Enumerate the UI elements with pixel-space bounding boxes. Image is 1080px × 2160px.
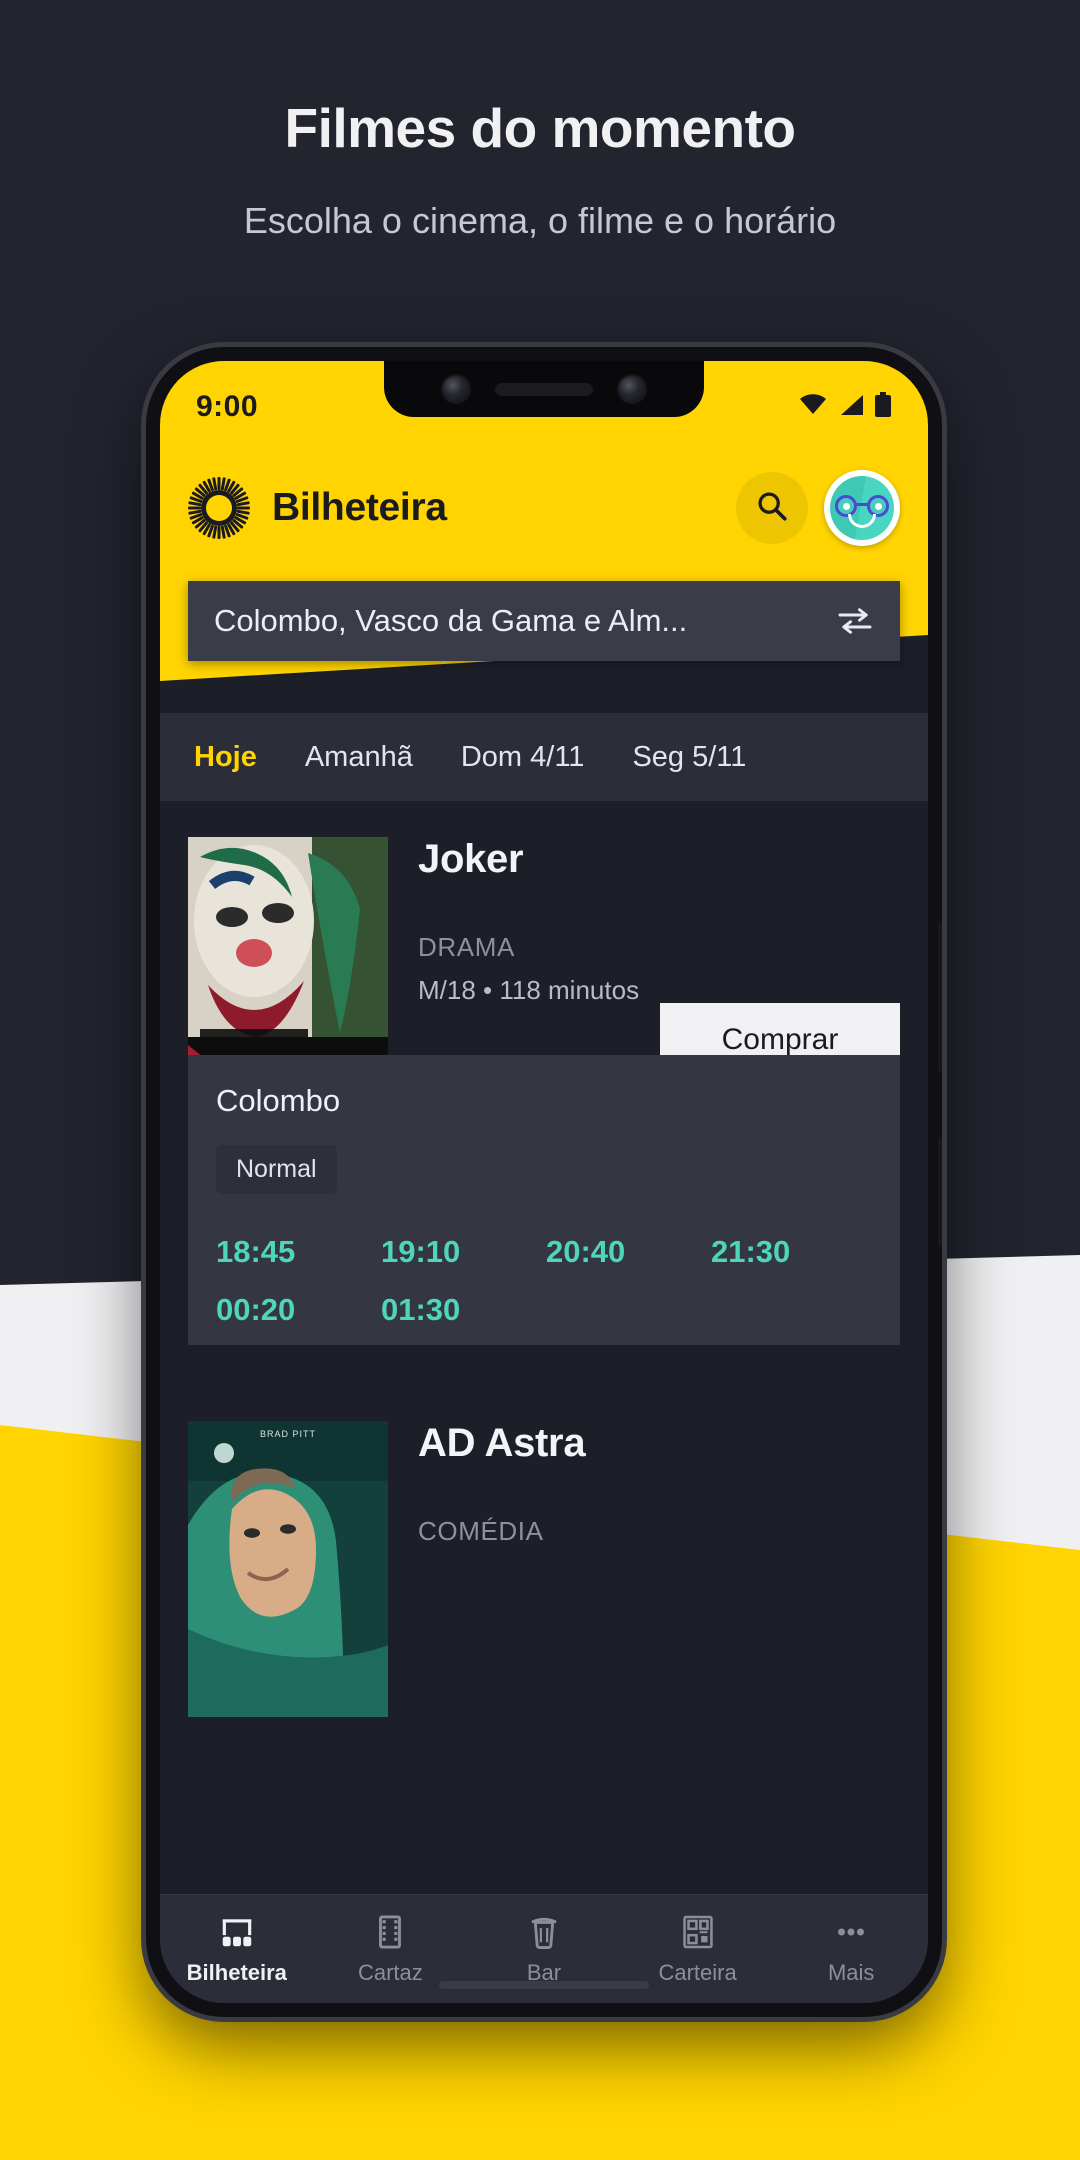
session-type-tag[interactable]: Normal (216, 1145, 337, 1194)
earpiece-speaker (495, 382, 593, 396)
movie-genre: DRAMA (418, 932, 515, 962)
nav-label: Cartaz (357, 1959, 423, 1985)
film-strip-icon (371, 1913, 409, 1951)
session-time[interactable]: 18:45 (216, 1234, 381, 1270)
sunburst-logo-icon (188, 477, 250, 539)
front-camera-icon (443, 376, 469, 402)
list-item[interactable]: BRAD PITT AD Astra COMÉDIA (160, 1385, 928, 1717)
date-tab-hoje[interactable]: Hoje (194, 741, 257, 774)
power-button[interactable] (938, 922, 942, 1072)
promo-subheadline: Escolha o cinema, o filme e o horário (243, 200, 837, 241)
date-tab-seg[interactable]: Seg 5/11 (632, 741, 746, 774)
nav-label: Bilheteira (186, 1959, 287, 1985)
nav-item-bar[interactable]: Bar (467, 1913, 621, 1986)
app-screen: 9:00 Bilheteira Colombo, Vasco da Gama e… (160, 361, 928, 2003)
nav-item-carteira[interactable]: Carteira (621, 1913, 775, 1986)
home-indicator[interactable] (439, 1981, 649, 1989)
more-dots-icon (832, 1913, 870, 1951)
swap-arrows-icon[interactable] (836, 606, 874, 636)
phone-mockup: 9:00 Bilheteira Colombo, Vasco da Gama e… (146, 347, 942, 2017)
session-time[interactable]: 21:30 (711, 1234, 876, 1270)
search-icon (755, 489, 789, 528)
drink-cup-icon (525, 1913, 563, 1951)
promo-headline: Filmes do momento (284, 97, 797, 159)
qr-code-icon (679, 1913, 717, 1951)
movie-duration: M/18 • 118 minutos (418, 975, 640, 1005)
movie-poster[interactable]: BRAD PITT (188, 1421, 388, 1717)
status-bar-clock: 9:00 (196, 390, 259, 423)
session-time[interactable]: 20:40 (546, 1234, 711, 1270)
cinema-selector-region: Colombo, Vasco da Gama e Alm... (160, 563, 928, 713)
nav-item-mais[interactable]: Mais (774, 1913, 928, 1986)
session-time[interactable]: 19:10 (381, 1234, 546, 1270)
nav-item-bilheteira[interactable]: Bilheteira (160, 1913, 314, 1986)
session-card: Colombo Normal 18:45 19:10 20:40 21:30 0… (188, 1055, 900, 1345)
movie-title: Joker (418, 837, 524, 881)
status-bar-icons (798, 391, 892, 423)
date-tab-dom[interactable]: Dom 4/11 (461, 741, 585, 774)
phone-notch (384, 361, 704, 417)
avatar[interactable] (824, 470, 900, 546)
movie-genre: COMÉDIA (418, 1516, 544, 1546)
user-avatar-icon (830, 476, 894, 540)
volume-button[interactable] (938, 1137, 942, 1247)
session-cinema-name: Colombo (216, 1083, 341, 1118)
session-times[interactable]: 18:45 19:10 20:40 21:30 00:20 01:30 (188, 1194, 876, 1328)
session-time[interactable]: 00:20 (216, 1292, 381, 1328)
movie-list[interactable]: JOKER Joker DRAMA M/18 • 118 minutos Com… (160, 801, 928, 2003)
sensor-icon (619, 376, 645, 402)
nav-label: Carteira (658, 1959, 737, 1985)
phone-screen-bezel: 9:00 Bilheteira Colombo, Vasco da Gama e… (160, 361, 928, 2003)
cellular-signal-icon (838, 393, 864, 422)
cinema-selector-value: Colombo, Vasco da Gama e Alm... (214, 603, 688, 638)
movie-title: AD Astra (418, 1421, 586, 1465)
poster-caption: BRAD PITT (259, 1429, 316, 1439)
session-time[interactable]: 01:30 (381, 1292, 546, 1328)
date-tab-amanha[interactable]: Amanhã (305, 741, 413, 774)
date-tabs[interactable]: Hoje Amanhã Dom 4/11 Seg 5/11 (160, 713, 928, 801)
battery-icon (874, 391, 892, 423)
wifi-icon (798, 393, 828, 422)
cinema-selector[interactable]: Colombo, Vasco da Gama e Alm... (188, 581, 900, 661)
brand-title: Bilheteira (272, 486, 447, 529)
app-bar: Bilheteira (160, 453, 928, 563)
nav-item-cartaz[interactable]: Cartaz (314, 1913, 468, 1986)
nav-label: Mais (827, 1959, 875, 1985)
search-button[interactable] (736, 472, 808, 544)
cinema-seats-icon (218, 1913, 256, 1951)
